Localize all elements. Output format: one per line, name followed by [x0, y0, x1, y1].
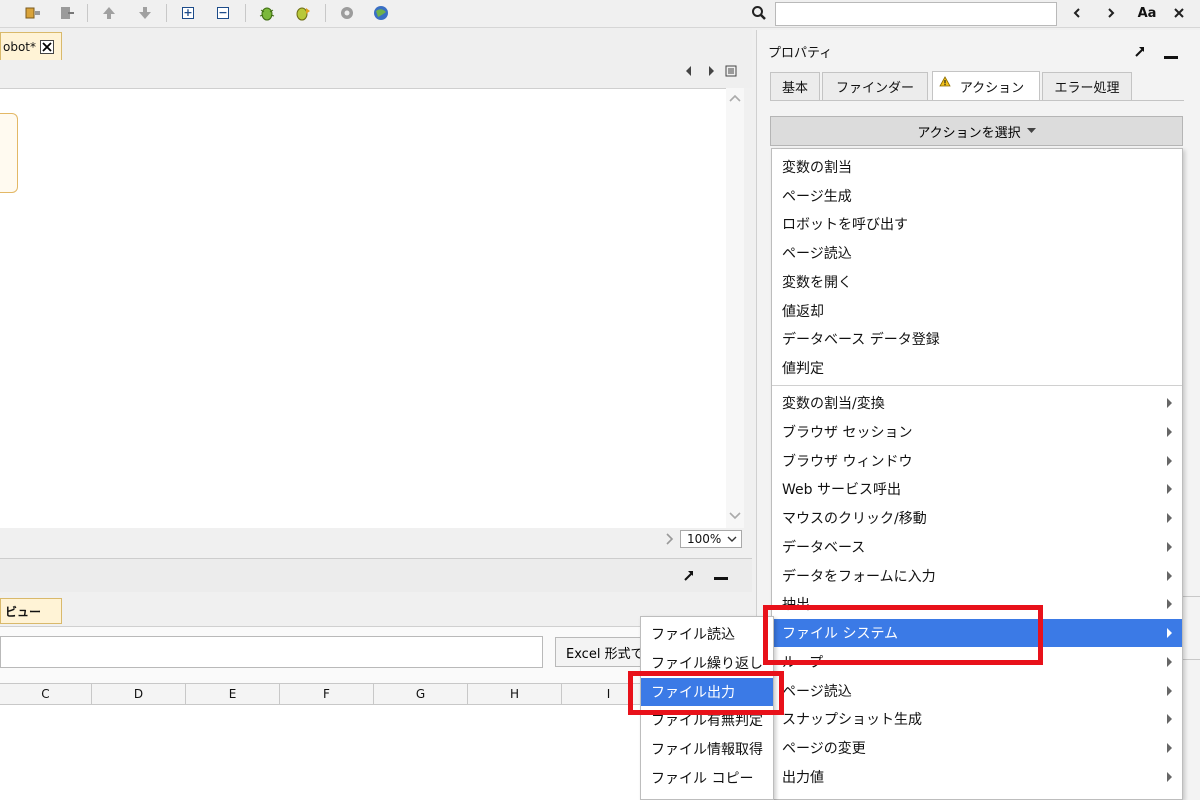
- close-icon[interactable]: [40, 39, 55, 54]
- submenu-item[interactable]: マウスのクリック/移動: [772, 504, 1182, 532]
- column-header[interactable]: C: [0, 684, 92, 704]
- debug-bug-icon[interactable]: [256, 3, 278, 23]
- caret-down-icon: [1026, 128, 1036, 133]
- file-menu-item[interactable]: ファイル コピー: [641, 764, 773, 792]
- submenu-item[interactable]: ブラウザ ウィンドウ: [772, 447, 1182, 475]
- globe-icon[interactable]: [370, 3, 392, 23]
- menu-item[interactable]: ロボットを呼び出す: [772, 210, 1182, 238]
- maximize-icon[interactable]: [1133, 44, 1147, 62]
- column-header[interactable]: E: [186, 684, 280, 704]
- column-header[interactable]: G: [374, 684, 468, 704]
- search-prev-icon[interactable]: [1066, 3, 1088, 23]
- collapse-icon[interactable]: −: [212, 3, 234, 23]
- editor-tab[interactable]: obot*: [0, 32, 62, 60]
- main-toolbar: + − Aa: [0, 0, 1200, 28]
- view-tab-label: ビュー: [5, 604, 42, 619]
- submenu-item[interactable]: 変数の割当/変換: [772, 389, 1182, 417]
- tab-basic[interactable]: 基本: [770, 72, 820, 100]
- chevron-down-icon: [727, 536, 737, 542]
- warning-icon: [939, 76, 951, 87]
- close-search-icon[interactable]: [1168, 3, 1190, 23]
- search-icon: [748, 3, 770, 23]
- chevron-right-icon: [1167, 398, 1172, 408]
- chevron-right-icon: [1167, 599, 1172, 609]
- zoom-select[interactable]: 100%: [680, 530, 742, 548]
- minimize-icon[interactable]: [1164, 56, 1178, 59]
- annotation-box-file-system: [763, 605, 1043, 665]
- file-menu-item[interactable]: ファイル読込: [641, 620, 773, 648]
- maximize-icon[interactable]: [682, 568, 696, 586]
- zoom-row: [0, 528, 752, 550]
- tab-finder[interactable]: ファインダー: [822, 72, 928, 100]
- menu-item[interactable]: データベース データ登録: [772, 325, 1182, 353]
- editor-tabbar: [0, 28, 752, 88]
- tab-scroll-right-icon[interactable]: [706, 64, 716, 82]
- chevron-right-icon: [1167, 743, 1172, 753]
- menu-item[interactable]: 変数の割当: [772, 153, 1182, 181]
- search-next-icon[interactable]: [1100, 3, 1122, 23]
- submenu-item[interactable]: ブラウザ セッション: [772, 418, 1182, 446]
- chevron-right-icon: [1167, 657, 1172, 667]
- editor-vertical-scrollbar[interactable]: [726, 88, 744, 528]
- submenu-item[interactable]: データをフォームに入力: [772, 562, 1182, 590]
- match-case-button[interactable]: Aa: [1133, 3, 1161, 23]
- bottom-panel-header: [0, 558, 752, 592]
- menu-item[interactable]: 値返却: [772, 297, 1182, 325]
- chevron-right-icon: [1167, 513, 1172, 523]
- gear-icon[interactable]: [336, 3, 358, 23]
- chevron-right-icon: [1167, 686, 1172, 696]
- column-header[interactable]: D: [92, 684, 186, 704]
- chevron-right-icon: [1167, 772, 1172, 782]
- menu-item[interactable]: 変数を開く: [772, 268, 1182, 296]
- chevron-right-icon: [1167, 571, 1172, 581]
- column-header-row: C D E F G H I: [0, 683, 700, 705]
- robot-insert-icon[interactable]: [22, 3, 44, 23]
- expand-icon[interactable]: +: [177, 3, 199, 23]
- tab-action[interactable]: アクション: [932, 71, 1040, 101]
- scroll-right-icon[interactable]: [664, 532, 674, 550]
- zoom-value: 100%: [687, 532, 722, 546]
- submenu-item[interactable]: ページ読込: [772, 677, 1182, 705]
- submenu-item[interactable]: Web サービス呼出: [772, 475, 1182, 503]
- robot-remove-icon[interactable]: [56, 3, 78, 23]
- annotation-box-file-output: [628, 671, 784, 715]
- submenu-item[interactable]: スナップショット生成: [772, 705, 1182, 733]
- view-tab[interactable]: ビュー: [0, 598, 62, 624]
- menu-item[interactable]: 値判定: [772, 354, 1182, 382]
- filter-input[interactable]: [0, 636, 543, 668]
- chevron-right-icon: [1167, 542, 1172, 552]
- menu-item[interactable]: ページ生成: [772, 182, 1182, 210]
- column-header[interactable]: H: [468, 684, 562, 704]
- column-header[interactable]: F: [280, 684, 374, 704]
- chevron-right-icon: [1167, 456, 1172, 466]
- tab-scroll-left-icon[interactable]: [684, 64, 694, 82]
- submenu-item[interactable]: ページの変更: [772, 734, 1182, 762]
- minimize-icon[interactable]: [714, 577, 728, 580]
- chevron-right-icon: [1167, 484, 1172, 494]
- menu-item[interactable]: ページ読込: [772, 239, 1182, 267]
- chevron-right-icon: [1167, 427, 1172, 437]
- move-down-icon[interactable]: [134, 3, 156, 23]
- editor-tab-label: obot*: [3, 39, 37, 54]
- tab-list-icon[interactable]: [725, 64, 737, 82]
- data-grid[interactable]: [0, 705, 700, 800]
- editor-canvas[interactable]: [0, 88, 726, 528]
- chevron-right-icon: [1167, 628, 1172, 638]
- submenu-item[interactable]: 出力値: [772, 763, 1182, 791]
- scroll-down-icon: [729, 512, 741, 520]
- file-menu-item[interactable]: ファイル情報取得: [641, 735, 773, 763]
- scroll-up-icon: [729, 94, 741, 102]
- action-menu: 変数の割当 ページ生成 ロボットを呼び出す ページ読込 変数を開く 値返却 デー…: [771, 148, 1183, 800]
- move-up-icon[interactable]: [98, 3, 120, 23]
- chevron-right-icon: [1167, 714, 1172, 724]
- menu-separator: [772, 385, 1182, 386]
- select-action-button[interactable]: アクションを選択: [770, 116, 1183, 146]
- submenu-item[interactable]: データベース: [772, 533, 1182, 561]
- robot-step-node[interactable]: [0, 113, 18, 193]
- tab-error-handling[interactable]: エラー処理: [1042, 72, 1132, 100]
- search-input[interactable]: [775, 2, 1057, 26]
- panel-title: プロパティ: [768, 46, 833, 61]
- debug-run-icon[interactable]: [292, 3, 314, 23]
